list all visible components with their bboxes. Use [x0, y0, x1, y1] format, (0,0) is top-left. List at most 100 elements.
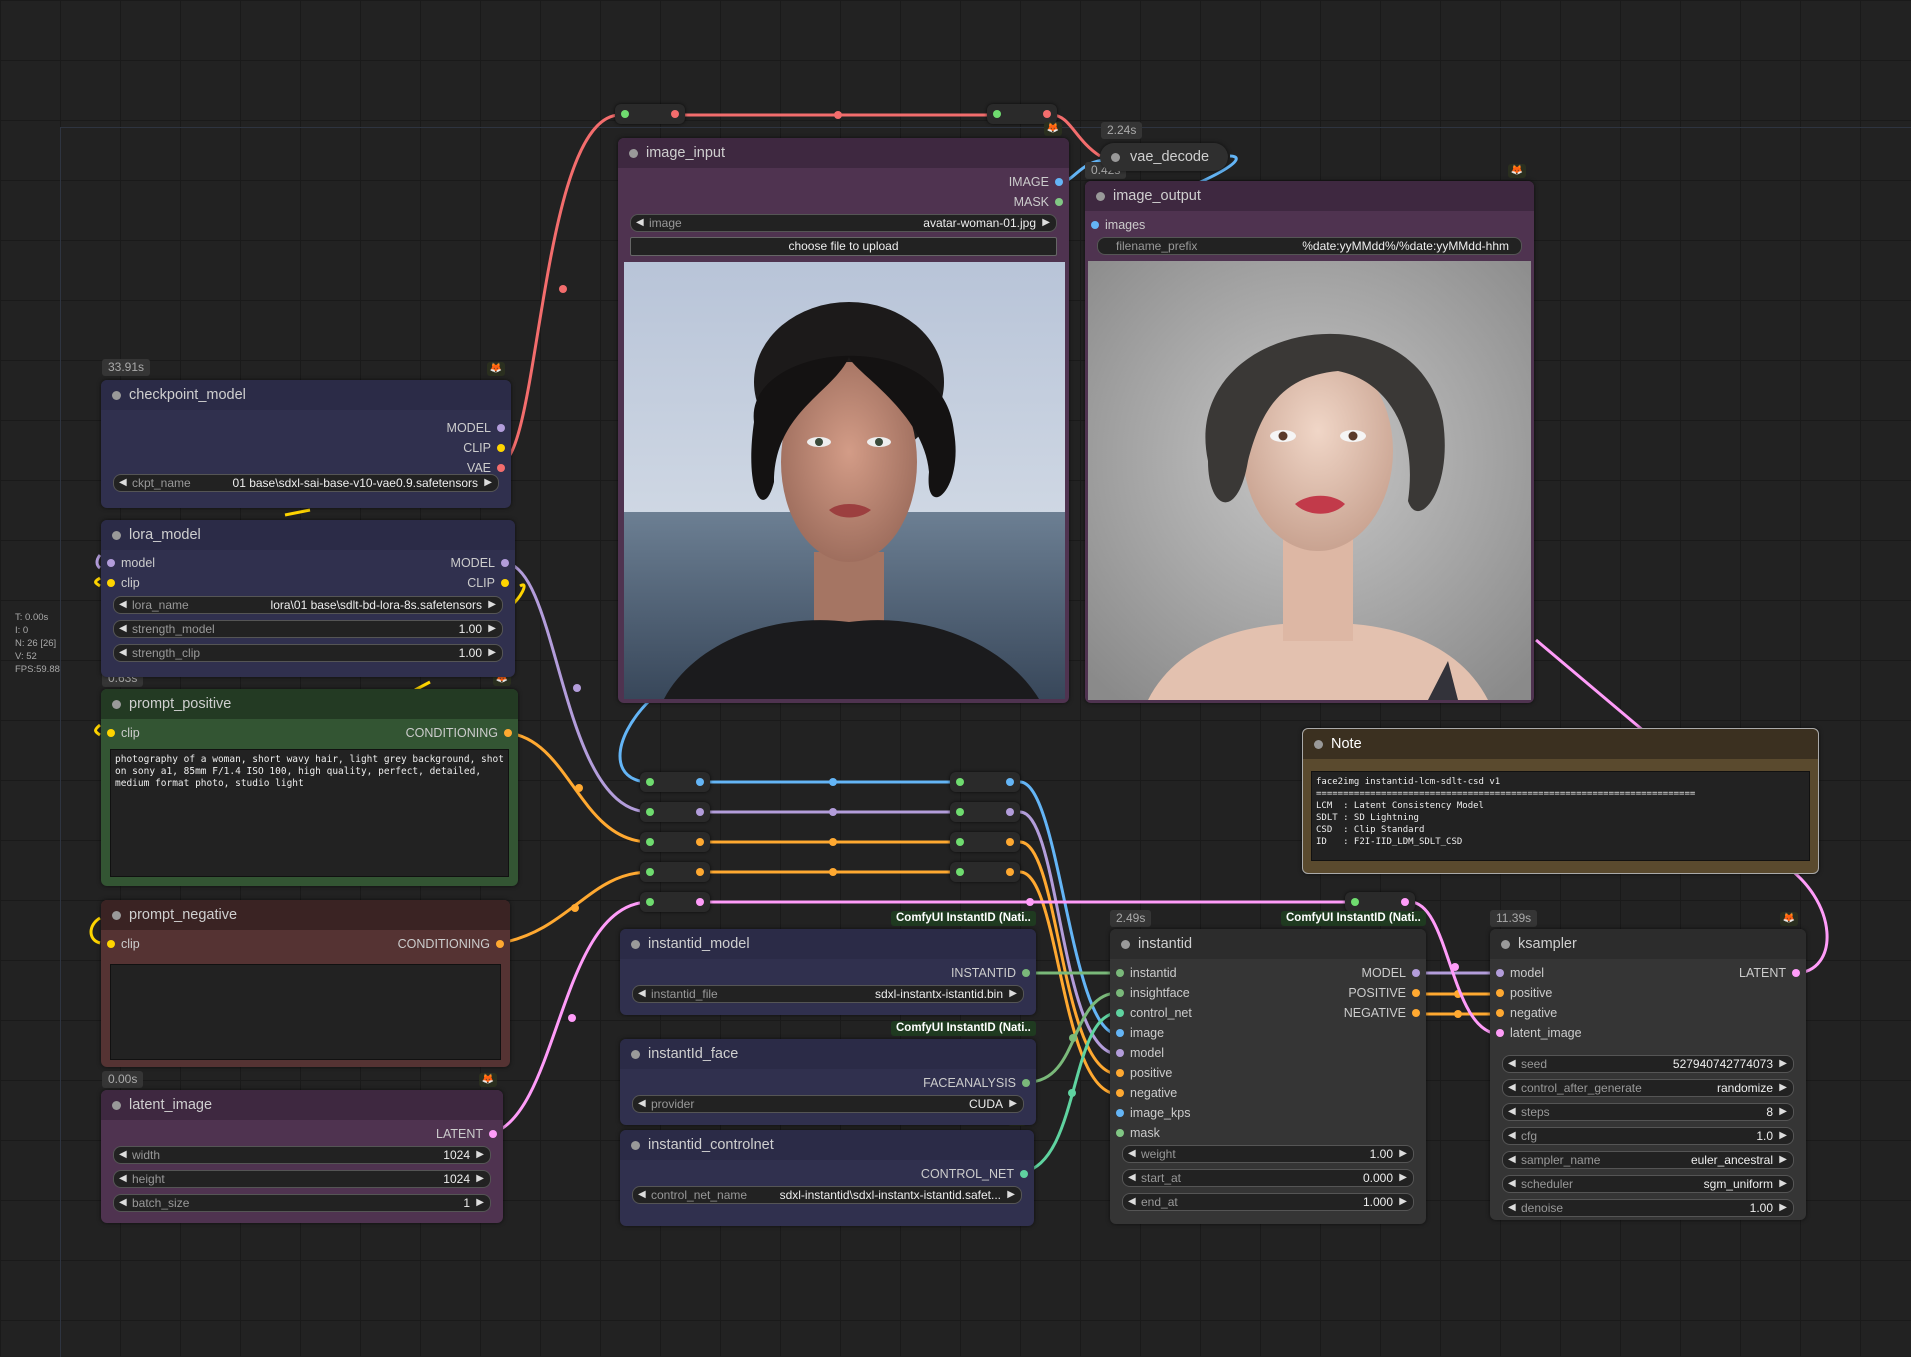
input-model-pin[interactable]	[107, 559, 115, 567]
node-note[interactable]: Note face2img instantid-lcm-sdlt-csd v1 …	[1302, 728, 1819, 874]
node-prompt-negative[interactable]: prompt_negative clip CONDITIONING	[101, 900, 510, 1067]
node-title[interactable]: instantid_controlnet	[620, 1130, 1034, 1160]
node-instantid-controlnet[interactable]: instantid_controlnet CONTROL_NET ◀ contro…	[620, 1130, 1034, 1226]
reroute-pos-a[interactable]	[640, 832, 710, 852]
output-clip-pin[interactable]	[497, 444, 505, 452]
instantid-file-combo[interactable]: ◀ instantid_file sdxl-instantx-istantid.bi…	[632, 985, 1024, 1003]
node-lora-model[interactable]: lora_model model MODEL clip CLIP ◀ lora_nam…	[101, 520, 515, 677]
output-image-pin[interactable]	[1055, 178, 1063, 186]
reroute-neg-a[interactable]	[640, 862, 710, 882]
node-instantid[interactable]: instantid instantid MODEL insightface POSI…	[1110, 929, 1426, 1224]
node-title[interactable]: vae_decode	[1100, 143, 1228, 171]
width-input[interactable]: ◀ width 1024 ▶	[113, 1146, 491, 1164]
badge-instantid-model: ComfyUI InstantID (Nati..	[891, 911, 1036, 926]
reroute-latent-a[interactable]	[640, 892, 710, 912]
denoise-slider[interactable]: ◀ denoise 1.00 ▶	[1502, 1199, 1794, 1217]
input-clip-pin[interactable]	[107, 579, 115, 587]
node-title[interactable]: prompt_negative	[101, 900, 510, 930]
output-negative-pin[interactable]	[1412, 1009, 1420, 1017]
sampler-name-combo[interactable]: ◀ sampler_name euler_ancestral ▶	[1502, 1151, 1794, 1169]
stat-nodes: N: 26 [26]	[15, 638, 57, 649]
output-conditioning-pin[interactable]	[504, 729, 512, 737]
input-clip-pin[interactable]	[107, 729, 115, 737]
node-title[interactable]: image_output	[1085, 181, 1534, 211]
output-faceanalysis-pin[interactable]	[1022, 1079, 1030, 1087]
stat-time: T: 0.00s	[15, 612, 49, 623]
output-vae-pin[interactable]	[497, 464, 505, 472]
fox-icon: 🦊	[1508, 164, 1526, 178]
badge-instantid-face: ComfyUI InstantID (Nati..	[891, 1021, 1036, 1036]
node-instantid-model[interactable]: instantid_model INSTANTID ◀ instantid_fil…	[620, 929, 1036, 1015]
reroute-pos-b[interactable]	[950, 832, 1020, 852]
reroute-model-b[interactable]	[950, 802, 1020, 822]
output-model-pin[interactable]	[497, 424, 505, 432]
strength-clip-slider[interactable]: ◀ strength_clip 1.00 ▶	[113, 644, 503, 662]
note-text-area[interactable]: face2img instantid-lcm-sdlt-csd v1 =====…	[1311, 771, 1810, 861]
collapse-dot[interactable]	[112, 391, 121, 400]
filename-prefix-input[interactable]: filename_prefix %date:yyMMdd%/%date:yyMMd…	[1097, 237, 1522, 255]
control-after-generate-combo[interactable]: ◀ control_after_generate randomize ▶	[1502, 1079, 1794, 1097]
node-ksampler[interactable]: ksampler model LATENT positive negative l…	[1490, 929, 1806, 1220]
node-latent-image[interactable]: latent_image LATENT ◀ width 1024 ▶ ◀ height 1…	[101, 1090, 503, 1223]
steps-input[interactable]: ◀ steps 8 ▶	[1502, 1103, 1794, 1121]
image-file-combo[interactable]: ◀ image avatar-woman-01.jpg ▶	[630, 214, 1057, 232]
scheduler-combo[interactable]: ◀ scheduler sgm_uniform ▶	[1502, 1175, 1794, 1193]
reroute-out[interactable]	[1043, 110, 1051, 118]
prompt-text-area[interactable]: photography of a woman, short wavy hair,…	[110, 749, 509, 877]
reroute-image-a[interactable]	[640, 772, 710, 792]
negative-text-area[interactable]	[110, 964, 501, 1060]
height-input[interactable]: ◀ height 1024 ▶	[113, 1170, 491, 1188]
node-title[interactable]: prompt_positive	[101, 689, 518, 719]
output-model-pin[interactable]	[501, 559, 509, 567]
node-title[interactable]: instantId_face	[620, 1039, 1036, 1069]
start-at-slider[interactable]: ◀ start_at 0.000 ▶	[1122, 1169, 1414, 1187]
node-title[interactable]: instantid	[1110, 929, 1426, 959]
node-vae-decode[interactable]: vae_decode	[1100, 143, 1228, 171]
node-prompt-positive[interactable]: prompt_positive clip CONDITIONING photogr…	[101, 689, 518, 886]
reroute-latent-b[interactable]	[1345, 892, 1415, 912]
output-latent-pin[interactable]	[1792, 969, 1800, 977]
node-title[interactable]: instantid_model	[620, 929, 1036, 959]
output-clip-pin[interactable]	[501, 579, 509, 587]
node-title[interactable]: image_input	[618, 138, 1069, 168]
reroute-neg-b[interactable]	[950, 862, 1020, 882]
weight-slider[interactable]: ◀ weight 1.00 ▶	[1122, 1145, 1414, 1163]
provider-combo[interactable]: ◀ provider CUDA ▶	[632, 1095, 1024, 1113]
node-instantid-face[interactable]: instantId_face FACEANALYSIS ◀ provider CUD…	[620, 1039, 1036, 1125]
output-positive-pin[interactable]	[1412, 989, 1420, 997]
reroute-in[interactable]	[993, 110, 1001, 118]
reroute-model-a[interactable]	[640, 802, 710, 822]
output-mask-pin[interactable]	[1055, 198, 1063, 206]
upload-button[interactable]: choose file to upload	[630, 237, 1057, 256]
output-instantid-pin[interactable]	[1022, 969, 1030, 977]
reroute-in[interactable]	[621, 110, 629, 118]
node-title[interactable]: checkpoint_model	[101, 380, 511, 410]
node-image-input[interactable]: image_input IMAGE MASK ◀ image avatar-woma…	[618, 138, 1069, 703]
node-title[interactable]: Note	[1303, 729, 1818, 759]
node-title[interactable]: ksampler	[1490, 929, 1806, 959]
batch-size-input[interactable]: ◀ batch_size 1 ▶	[113, 1194, 491, 1212]
node-title[interactable]: lora_model	[101, 520, 515, 550]
output-model-pin[interactable]	[1412, 969, 1420, 977]
end-at-slider[interactable]: ◀ end_at 1.000 ▶	[1122, 1193, 1414, 1211]
timing-ksampler: 11.39s	[1490, 910, 1538, 927]
cfg-input[interactable]: ◀ cfg 1.0 ▶	[1502, 1127, 1794, 1145]
reroute-vae-2[interactable]	[987, 104, 1057, 124]
output-photo	[1088, 261, 1531, 700]
reroute-out[interactable]	[671, 110, 679, 118]
output-controlnet-pin[interactable]	[1020, 1170, 1028, 1178]
lora-name-combo[interactable]: ◀ lora_name lora\01 base\sdlt-bd-lora-8s.s…	[113, 596, 503, 614]
output-latent-pin[interactable]	[489, 1130, 497, 1138]
seed-input[interactable]: ◀ seed 527940742774073 ▶	[1502, 1055, 1794, 1073]
ckpt-name-combo[interactable]: ◀ ckpt_name 01 base\sdxl-sai-base-v10-vae0…	[113, 474, 499, 492]
input-clip-pin[interactable]	[107, 940, 115, 948]
reroute-image-b[interactable]	[950, 772, 1020, 792]
input-images-pin[interactable]	[1091, 221, 1099, 229]
output-conditioning-pin[interactable]	[496, 940, 504, 948]
node-image-output[interactable]: image_output images filename_prefix %date…	[1085, 181, 1534, 703]
node-checkpoint-model[interactable]: checkpoint_model MODEL CLIP VAE ◀ ckpt_na…	[101, 380, 511, 508]
reroute-vae-1[interactable]	[615, 104, 685, 124]
node-title[interactable]: latent_image	[101, 1090, 503, 1120]
strength-model-slider[interactable]: ◀ strength_model 1.00 ▶	[113, 620, 503, 638]
controlnet-name-combo[interactable]: ◀ control_net_name sdxl-instantid\sdxl-ins…	[632, 1186, 1022, 1204]
